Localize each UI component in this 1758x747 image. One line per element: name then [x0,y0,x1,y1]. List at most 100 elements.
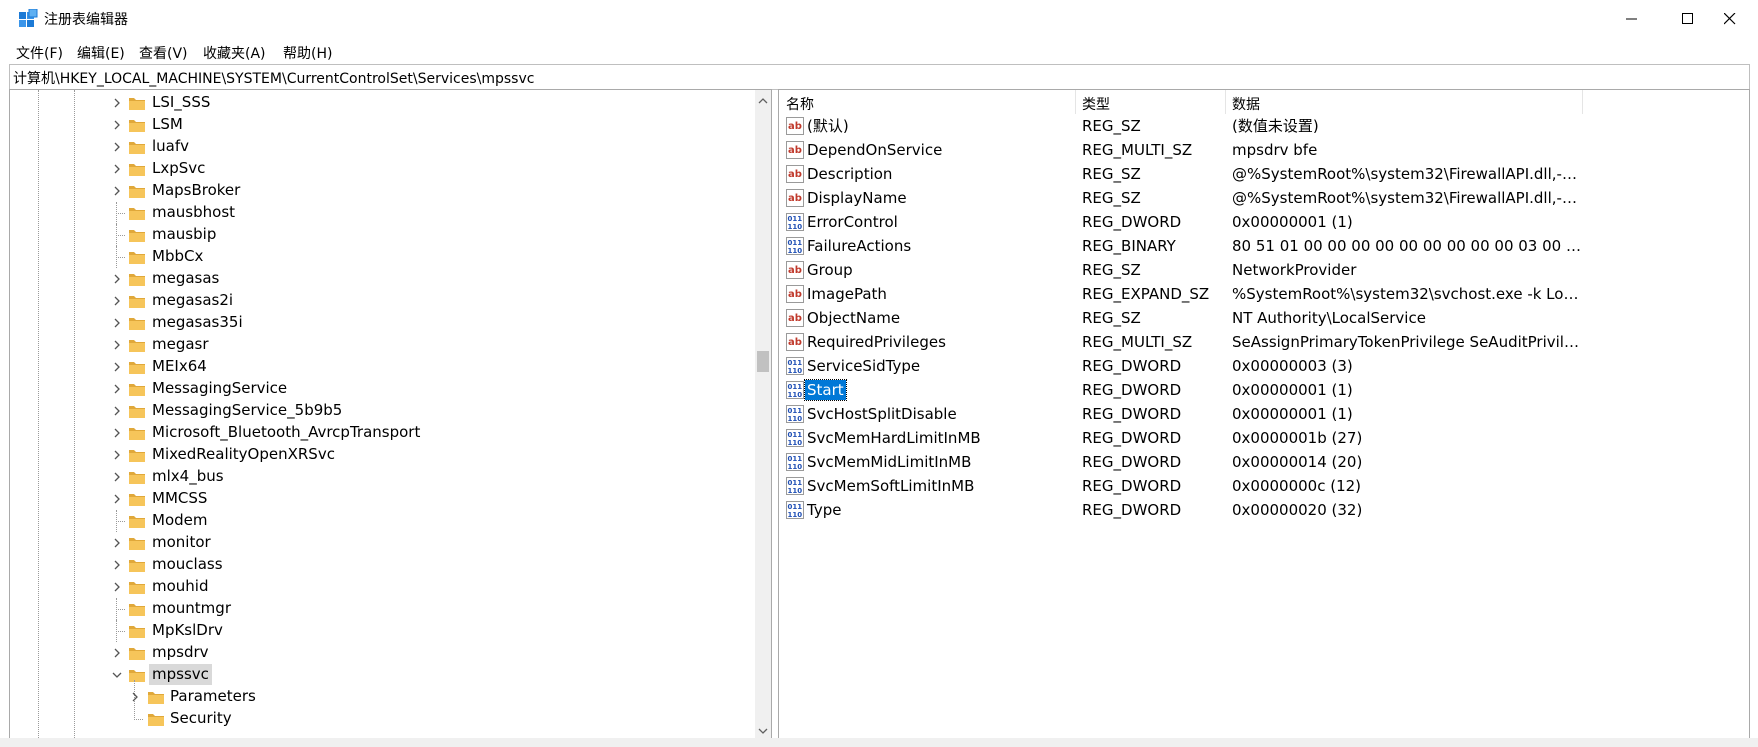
collapse-chevron-icon[interactable] [111,669,123,681]
expand-chevron-icon[interactable] [111,361,123,373]
tree-item-mpssvc[interactable]: mpssvc [10,664,750,686]
tree-item-mmcss[interactable]: MMCSS [10,488,750,510]
tree-item-lsm[interactable]: LSM [10,114,750,136]
value-name[interactable]: Description [805,164,894,184]
tree-item-label[interactable]: mlx4_bus [149,466,227,487]
tree-item-mausbip[interactable]: mausbip [10,224,750,246]
tree-item-label[interactable]: MessagingService_5b9b5 [149,400,345,421]
value-row[interactable]: ab ObjectName REG_SZ NT Authority\LocalServ… [779,306,1749,330]
tree-item-mouclass[interactable]: mouclass [10,554,750,576]
menu-edit[interactable]: 编辑(E) [77,43,125,63]
value-row[interactable]: 011 110 ServiceSidType REG_DWORD 0x00000003 … [779,354,1749,378]
tree-item-label[interactable]: LSI_SSS [149,92,213,113]
value-row[interactable]: ab DisplayName REG_SZ @%SystemRoot%\system3… [779,186,1749,210]
value-row[interactable]: 011 110 ErrorControl REG_DWORD 0x00000001 (1… [779,210,1749,234]
value-name[interactable]: FailureActions [805,236,913,256]
minimize-button[interactable] [1604,0,1660,38]
column-divider[interactable] [1075,90,1076,114]
value-row[interactable]: ab (默认) REG_SZ (数值未设置) [779,114,1749,138]
tree-item-security[interactable]: Security [10,708,750,730]
address-path[interactable]: 计算机\HKEY_LOCAL_MACHINE\SYSTEM\CurrentCon… [13,68,534,88]
column-header-type[interactable]: 类型 [1082,94,1110,114]
tree-item-label[interactable]: MpKslDrv [149,620,226,641]
tree-item-label[interactable]: Microsoft_Bluetooth_AvrcpTransport [149,422,423,443]
value-row[interactable]: 011 110 Type REG_DWORD 0x00000020 (32) [779,498,1749,522]
tree-item-label[interactable]: MixedRealityOpenXRSvc [149,444,338,465]
value-name[interactable]: RequiredPrivileges [805,332,948,352]
value-name[interactable]: SvcHostSplitDisable [805,404,959,424]
value-name[interactable]: (默认) [805,116,851,136]
expand-chevron-icon[interactable] [111,449,123,461]
tree-item-label[interactable]: LSM [149,114,186,135]
expand-chevron-icon[interactable] [111,383,123,395]
value-row[interactable]: ab Description REG_SZ @%SystemRoot%\system3… [779,162,1749,186]
tree-item-label[interactable]: monitor [149,532,214,553]
tree-item-luafv[interactable]: luafv [10,136,750,158]
tree-item-label[interactable]: megasr [149,334,212,355]
value-row[interactable]: ab DependOnService REG_MULTI_SZ mpsdrv bfe [779,138,1749,162]
tree-item-megasas2i[interactable]: megasas2i [10,290,750,312]
value-name[interactable]: ObjectName [805,308,902,328]
expand-chevron-icon[interactable] [111,537,123,549]
tree-item-label[interactable]: megasas [149,268,222,289]
tree-item-monitor[interactable]: monitor [10,532,750,554]
expand-chevron-icon[interactable] [129,691,141,703]
tree-item-messagingservice_5b9b5[interactable]: MessagingService_5b9b5 [10,400,750,422]
tree-item-mixedrealityopenxrsvc[interactable]: MixedRealityOpenXRSvc [10,444,750,466]
tree-item-meix64[interactable]: MEIx64 [10,356,750,378]
tree-scroll-thumb[interactable] [757,351,769,372]
menu-file[interactable]: 文件(F) [16,43,63,63]
tree-item-mouhid[interactable]: mouhid [10,576,750,598]
tree-item-mapsbroker[interactable]: MapsBroker [10,180,750,202]
value-row[interactable]: 011 110 SvcMemSoftLimitInMB REG_DWORD 0x0000… [779,474,1749,498]
column-divider[interactable] [1582,90,1583,114]
value-name[interactable]: SvcMemSoftLimitInMB [805,476,976,496]
menu-help[interactable]: 帮助(H) [283,43,332,63]
close-button[interactable] [1702,0,1758,38]
value-row[interactable]: 011 110 SvcMemHardLimitInMB REG_DWORD 0x0000… [779,426,1749,450]
expand-chevron-icon[interactable] [111,141,123,153]
expand-chevron-icon[interactable] [111,185,123,197]
expand-chevron-icon[interactable] [111,405,123,417]
tree-item-lxpsvc[interactable]: LxpSvc [10,158,750,180]
value-name[interactable]: SvcMemHardLimitInMB [805,428,983,448]
value-row[interactable]: 011 110 SvcMemMidLimitInMB REG_DWORD 0x00000… [779,450,1749,474]
tree-item-mbbcx[interactable]: MbbCx [10,246,750,268]
tree-item-label[interactable]: mausbhost [149,202,238,223]
tree-item-microsoft_bluetooth_avrcptransport[interactable]: Microsoft_Bluetooth_AvrcpTransport [10,422,750,444]
tree-item-label[interactable]: Parameters [167,686,259,707]
expand-chevron-icon[interactable] [111,339,123,351]
tree-item-label[interactable]: mpssvc [149,664,212,685]
address-bar[interactable]: 计算机\HKEY_LOCAL_MACHINE\SYSTEM\CurrentCon… [9,64,1750,90]
menu-favorites[interactable]: 收藏夹(A) [203,43,266,63]
tree-item-mpsdrv[interactable]: mpsdrv [10,642,750,664]
value-name[interactable]: Group [805,260,855,280]
tree-item-megasas[interactable]: megasas [10,268,750,290]
tree-item-label[interactable]: MEIx64 [149,356,210,377]
tree-item-label[interactable]: mountmgr [149,598,234,619]
tree-item-modem[interactable]: Modem [10,510,750,532]
column-header-data[interactable]: 数据 [1232,94,1260,114]
value-row[interactable]: 011 110 FailureActions REG_BINARY 80 51 01 0… [779,234,1749,258]
tree-item-label[interactable]: megasas35i [149,312,246,333]
tree-item-label[interactable]: MMCSS [149,488,210,509]
value-row[interactable]: 011 110 SvcHostSplitDisable REG_DWORD 0x0000… [779,402,1749,426]
tree-item-parameters[interactable]: Parameters [10,686,750,708]
tree-item-mlx4_bus[interactable]: mlx4_bus [10,466,750,488]
value-name[interactable]: Type [805,500,843,520]
tree-item-mpksldrv[interactable]: MpKslDrv [10,620,750,642]
value-row[interactable]: 011 110 Start REG_DWORD 0x00000001 (1) [779,378,1749,402]
expand-chevron-icon[interactable] [111,427,123,439]
values-list-pane[interactable]: 名称 类型 数据 ab (默认) REG_SZ (数值未设置) ab DependOnSe… [778,89,1750,739]
value-row[interactable]: ab ImagePath REG_EXPAND_SZ %SystemRoot%\sys… [779,282,1749,306]
tree-item-mausbhost[interactable]: mausbhost [10,202,750,224]
tree-item-label[interactable]: LxpSvc [149,158,208,179]
tree-item-label[interactable]: mpsdrv [149,642,212,663]
tree-item-megasas35i[interactable]: megasas35i [10,312,750,334]
tree-item-label[interactable]: luafv [149,136,192,157]
tree-item-label[interactable]: Modem [149,510,210,531]
expand-chevron-icon[interactable] [111,273,123,285]
menu-view[interactable]: 查看(V) [139,43,188,63]
tree-item-lsi_sss[interactable]: LSI_SSS [10,92,750,114]
expand-chevron-icon[interactable] [111,119,123,131]
